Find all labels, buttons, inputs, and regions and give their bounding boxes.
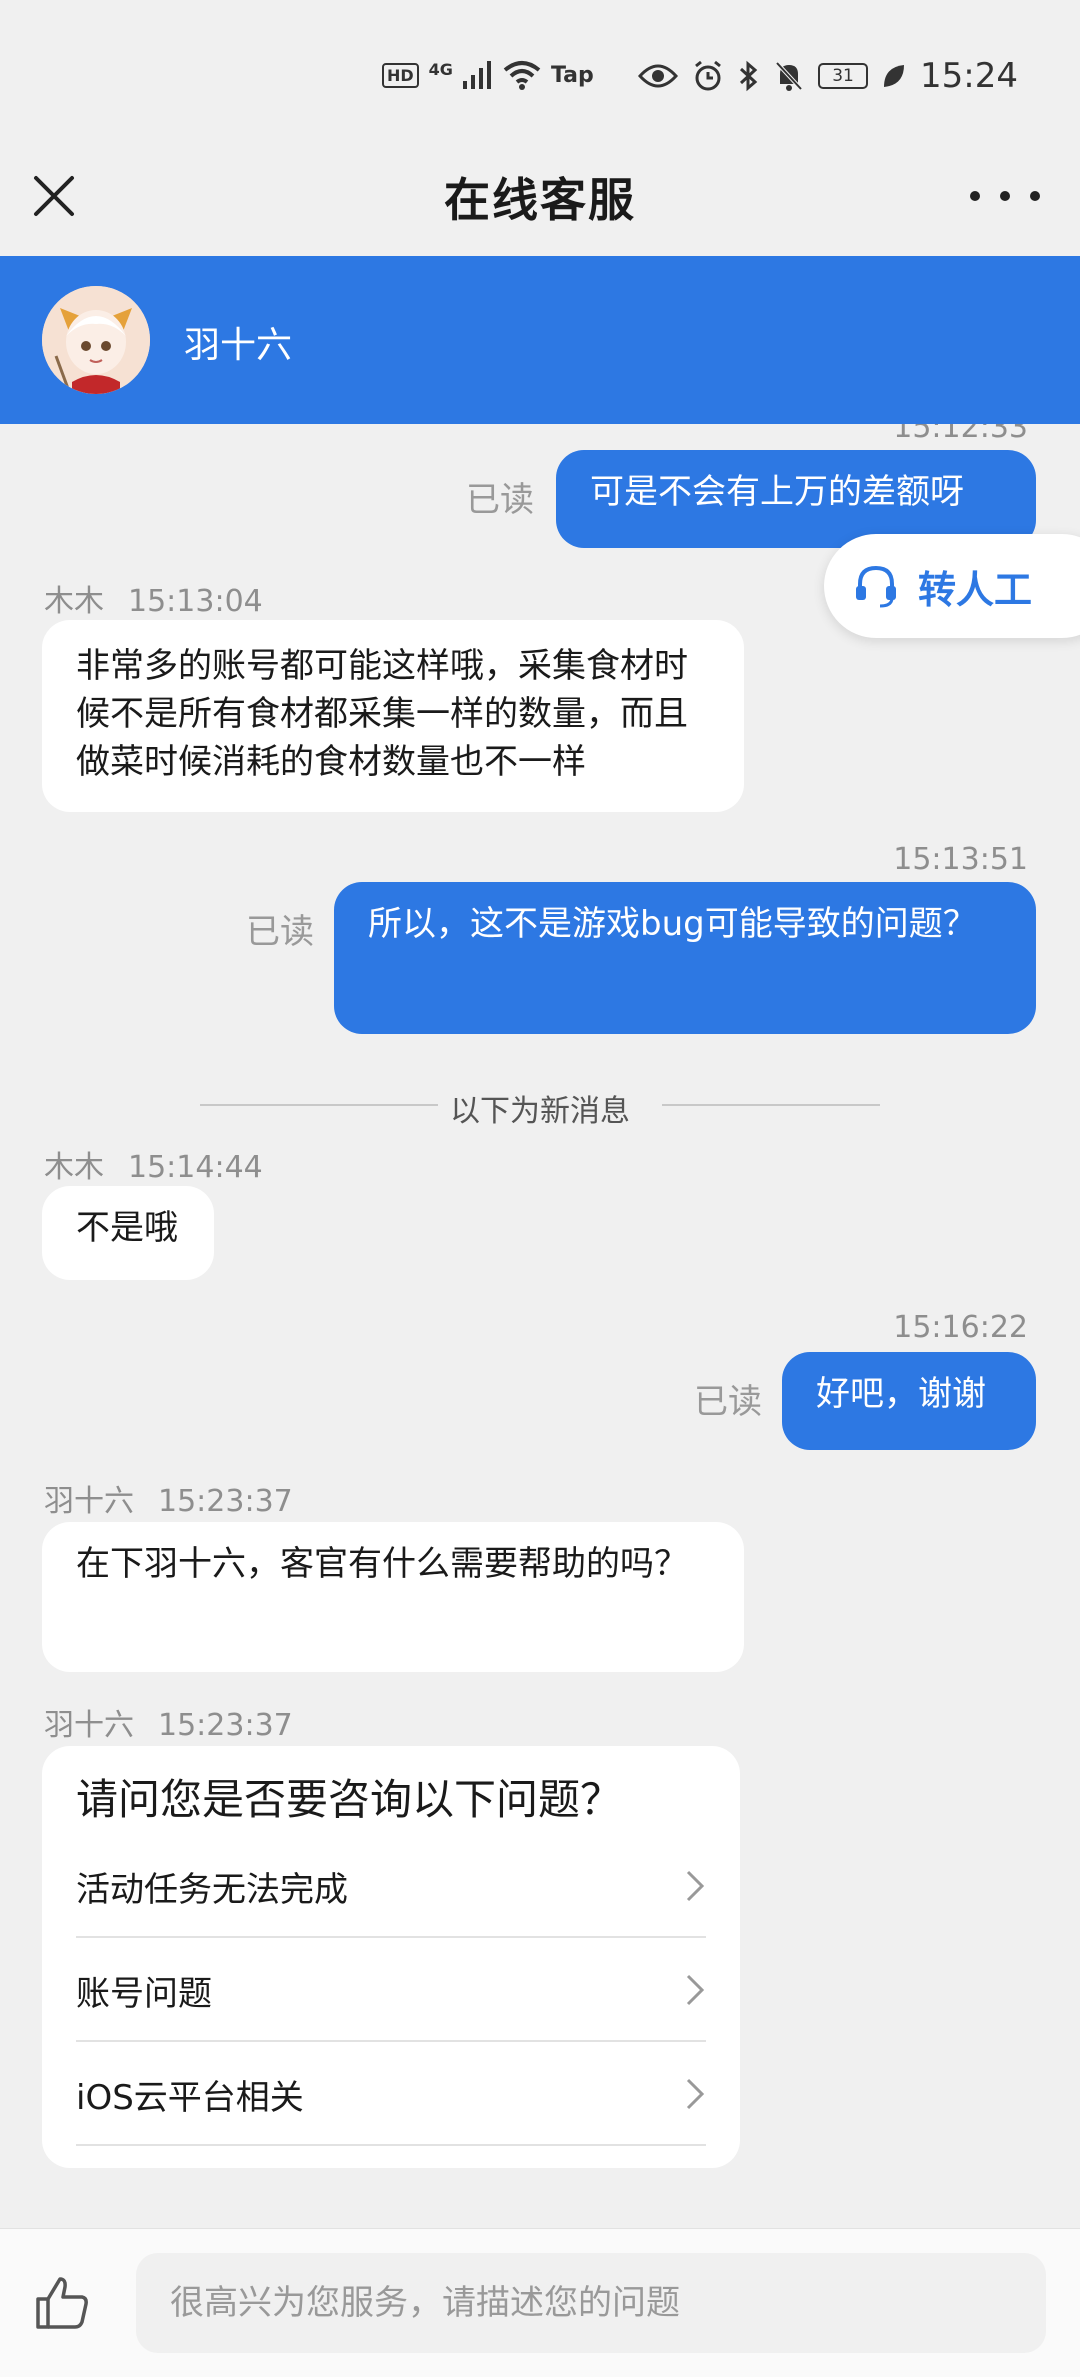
chevron-right-icon [686, 1974, 705, 2006]
hd-badge: HD [382, 62, 419, 88]
read-status: 已读 [694, 1382, 762, 1422]
message-meta: 羽十六 15:23:37 [44, 1700, 293, 1744]
new-messages-divider: 以下为新消息 [200, 1084, 880, 1129]
message-time: 15:13:51 [893, 842, 1028, 877]
message-time: 15:13:04 [128, 584, 263, 619]
incoming-message[interactable]: 非常多的账号都可能这样哦，采集食材时候不是所有食材都采集一样的数量，而且做菜时候… [42, 620, 744, 812]
clock: 15:24 [920, 56, 1018, 96]
sender-name: 羽十六 [44, 1484, 134, 1519]
transfer-label: 转人工 [918, 567, 1033, 612]
page-title: 在线客服 [444, 173, 636, 227]
transfer-to-human-button[interactable]: 转人工 [824, 534, 1080, 638]
message-time: 15:12:33 [893, 424, 1028, 445]
thumbs-up-icon[interactable] [32, 2273, 92, 2333]
faq-item-label: 账号问题 [76, 1974, 212, 2014]
faq-item[interactable]: 活动任务无法完成 [76, 1832, 706, 1938]
bluetooth-icon [739, 60, 758, 92]
faq-item-label: iOS云平台相关 [76, 2078, 304, 2118]
chevron-right-icon [686, 1870, 705, 1902]
sender-name: 木木 [44, 584, 104, 619]
message-time: 15:16:22 [893, 1310, 1028, 1345]
top-bar: 在线客服 [0, 150, 1080, 256]
message-meta: 木木 15:14:44 [44, 1142, 263, 1186]
message-input[interactable] [136, 2253, 1046, 2353]
faq-item[interactable]: iOS云平台相关 [76, 2040, 706, 2146]
incoming-message[interactable]: 不是哦 [42, 1186, 214, 1280]
agent-avatar [42, 286, 150, 394]
wifi-icon [503, 61, 541, 90]
battery-indicator: 31 [818, 63, 869, 89]
faq-card: 请问您是否要咨询以下问题？ 活动任务无法完成 账号问题 iOS云平台相关 [42, 1746, 740, 2168]
status-bar: HD 4G Tap 31 15:24 [0, 0, 1080, 150]
divider-label: 以下为新消息 [440, 1094, 640, 1129]
alarm-icon [695, 60, 721, 91]
input-bar [0, 2228, 1080, 2377]
agent-name: 羽十六 [184, 325, 293, 366]
incoming-message[interactable]: 在下羽十六，客官有什么需要帮助的吗？ [42, 1522, 744, 1672]
agent-header: 羽十六 [0, 256, 1080, 424]
message-time: 15:14:44 [128, 1150, 263, 1185]
status-left: HD 4G Tap [382, 60, 594, 90]
more-icon[interactable] [970, 170, 1040, 222]
outgoing-message[interactable]: 好吧，谢谢 [782, 1352, 1036, 1450]
read-status: 已读 [466, 480, 534, 520]
mute-bell-icon [775, 61, 803, 91]
eye-icon [638, 64, 679, 88]
read-status: 已读 [246, 912, 314, 952]
faq-title: 请问您是否要咨询以下问题？ [76, 1775, 623, 1824]
status-right: 31 15:24 [638, 56, 1018, 96]
faq-item[interactable]: 账号问题 [76, 1936, 706, 2042]
chat-area[interactable]: 15:12:33 已读 可是不会有上万的差额呀 转人工 木木 15:13:04 非… [0, 424, 1080, 2228]
chevron-right-icon [686, 2078, 705, 2110]
signal-icon [462, 61, 491, 89]
headset-icon [856, 565, 896, 608]
outgoing-message[interactable]: 所以，这不是游戏bug可能导致的问题？ [334, 882, 1036, 1034]
network-type: 4G [428, 60, 453, 79]
message-time: 15:23:37 [158, 1484, 293, 1519]
leaf-icon [884, 65, 905, 87]
faq-item-label: 活动任务无法完成 [76, 1870, 348, 1910]
wifi-label: Tap [550, 62, 594, 88]
sender-name: 羽十六 [44, 1708, 134, 1743]
message-meta: 木木 15:13:04 [44, 576, 263, 620]
sender-name: 木木 [44, 1150, 104, 1185]
message-meta: 羽十六 15:23:37 [44, 1476, 293, 1520]
message-time: 15:23:37 [158, 1708, 293, 1743]
